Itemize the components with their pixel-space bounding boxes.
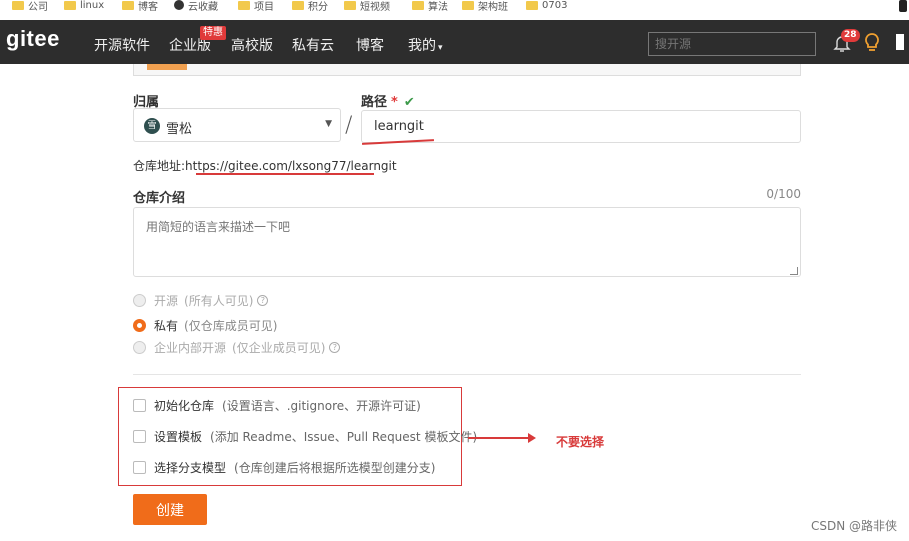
option-description: (仅仓库成员可见): [184, 318, 278, 333]
folder-icon: [238, 0, 250, 10]
radio-button[interactable]: [133, 293, 146, 307]
option-label: 初始化仓库: [154, 398, 215, 413]
desc-label: 仓库介绍: [133, 191, 186, 206]
bookmark-item[interactable]: 公司: [12, 0, 48, 13]
top-navbar: gitee 开源软件 企业版 特惠 高校版 私有云 博客 我的▾ 28: [0, 20, 909, 64]
nav-education[interactable]: 高校版: [231, 35, 273, 55]
chevron-down-icon: ▼: [325, 119, 332, 129]
desc-char-counter: 0/100: [766, 187, 801, 201]
globe-icon: [174, 0, 184, 10]
owner-name: 雪松: [166, 122, 193, 137]
bookmark-item[interactable]: 算法: [412, 0, 448, 13]
required-mark: *: [391, 95, 398, 110]
address-annotation-underline: [196, 173, 374, 175]
folder-icon: [122, 0, 134, 10]
enterprise-promo-badge: 特惠: [200, 26, 226, 40]
option-description: (设置语言、.gitignore、开源许可证): [222, 398, 421, 413]
folder-icon: [292, 0, 304, 10]
path-input[interactable]: [361, 110, 801, 143]
resize-handle-icon[interactable]: [790, 267, 798, 275]
checkbox[interactable]: [133, 429, 146, 443]
bookmark-item[interactable]: 博客: [122, 0, 158, 13]
help-icon[interactable]: ?: [257, 294, 269, 306]
nav-private-cloud[interactable]: 私有云: [292, 35, 334, 55]
bookmark-item[interactable]: 积分: [292, 0, 328, 13]
template-option[interactable]: 设置模板 (添加 Readme、Issue、Pull Request 模板文件): [133, 427, 477, 445]
option-description: (所有人可见): [184, 293, 254, 308]
radio-button[interactable]: [133, 318, 146, 332]
bookmarks-overflow-icon[interactable]: [899, 0, 907, 12]
visibility-internal-option[interactable]: 企业内部开源 (仅企业成员可见) ?: [133, 338, 341, 356]
description-textarea[interactable]: [133, 207, 801, 277]
section-divider: [133, 374, 801, 375]
folder-icon: [12, 0, 24, 10]
path-separator: /: [345, 113, 353, 138]
repo-address: 仓库地址:https://gitee.com/lxsong77/learngit: [133, 157, 397, 174]
folder-icon: [462, 0, 474, 10]
check-icon: ✔: [403, 95, 415, 110]
owner-avatar: 雪: [144, 118, 160, 134]
repo-address-url: https://gitee.com/lxsong77/learngit: [185, 159, 397, 173]
folder-icon: [64, 0, 76, 10]
option-label: 企业内部开源: [154, 340, 227, 355]
bookmark-item[interactable]: 短视频: [344, 0, 390, 13]
path-label-group: 路径 * ✔: [361, 91, 415, 110]
repo-address-label: 仓库地址:: [133, 159, 186, 173]
nav-my-menu[interactable]: 我的 ▾: [408, 35, 443, 55]
checkbox[interactable]: [133, 460, 146, 474]
option-label: 选择分支模型: [154, 460, 227, 475]
folder-icon: [526, 0, 538, 10]
init-repo-option[interactable]: 初始化仓库 (设置语言、.gitignore、开源许可证): [133, 396, 421, 414]
folder-icon: [344, 0, 356, 10]
option-description: (仅企业成员可见): [232, 340, 326, 355]
bookmark-item[interactable]: linux: [64, 0, 104, 12]
help-icon[interactable]: ?: [329, 341, 341, 353]
annotation-arrow: [468, 437, 530, 439]
avatar[interactable]: [896, 34, 904, 50]
watermark: CSDN @路非侠: [810, 519, 897, 533]
path-label: 路径: [361, 95, 388, 110]
arrow-right-icon: [528, 433, 536, 443]
lightbulb-icon[interactable]: [862, 32, 882, 54]
previous-section-marker: [147, 64, 187, 70]
option-label: 设置模板: [154, 429, 203, 444]
gitee-logo[interactable]: gitee: [6, 26, 60, 52]
nav-blog[interactable]: 博客: [356, 35, 384, 55]
bookmark-item[interactable]: 0703: [526, 0, 567, 12]
option-label: 开源: [154, 293, 179, 308]
bookmark-item[interactable]: 项目: [238, 0, 274, 13]
owner-select[interactable]: 雪 雪松 ▼: [133, 108, 341, 142]
folder-icon: [412, 0, 424, 10]
radio-button[interactable]: [133, 340, 146, 354]
bookmark-item[interactable]: 云收藏: [174, 0, 218, 13]
chevron-down-icon: ▾: [438, 43, 443, 53]
option-label: 私有: [154, 318, 179, 333]
visibility-public-option[interactable]: 开源 (所有人可见) ?: [133, 291, 269, 309]
checkbox[interactable]: [133, 398, 146, 412]
create-button[interactable]: 创建: [133, 494, 207, 525]
bookmark-item[interactable]: 架构班: [462, 0, 508, 13]
visibility-private-option[interactable]: 私有 (仅仓库成员可见): [133, 316, 277, 334]
nav-open-source[interactable]: 开源软件: [94, 35, 150, 55]
annotation-text: 不要选择: [556, 435, 605, 449]
notification-count-badge: 28: [841, 29, 860, 42]
option-description: (仓库创建后将根据所选模型创建分支): [234, 460, 436, 475]
nav-my-label: 我的: [408, 38, 436, 54]
search-input[interactable]: [648, 32, 816, 56]
branch-model-option[interactable]: 选择分支模型 (仓库创建后将根据所选模型创建分支): [133, 458, 435, 476]
option-description: (添加 Readme、Issue、Pull Request 模板文件): [210, 429, 478, 444]
bookmarks-bar: 公司 linux 博客 云收藏 项目 积分 短视频 算法 架构班 0703: [0, 0, 909, 20]
previous-section-box: [133, 64, 801, 76]
